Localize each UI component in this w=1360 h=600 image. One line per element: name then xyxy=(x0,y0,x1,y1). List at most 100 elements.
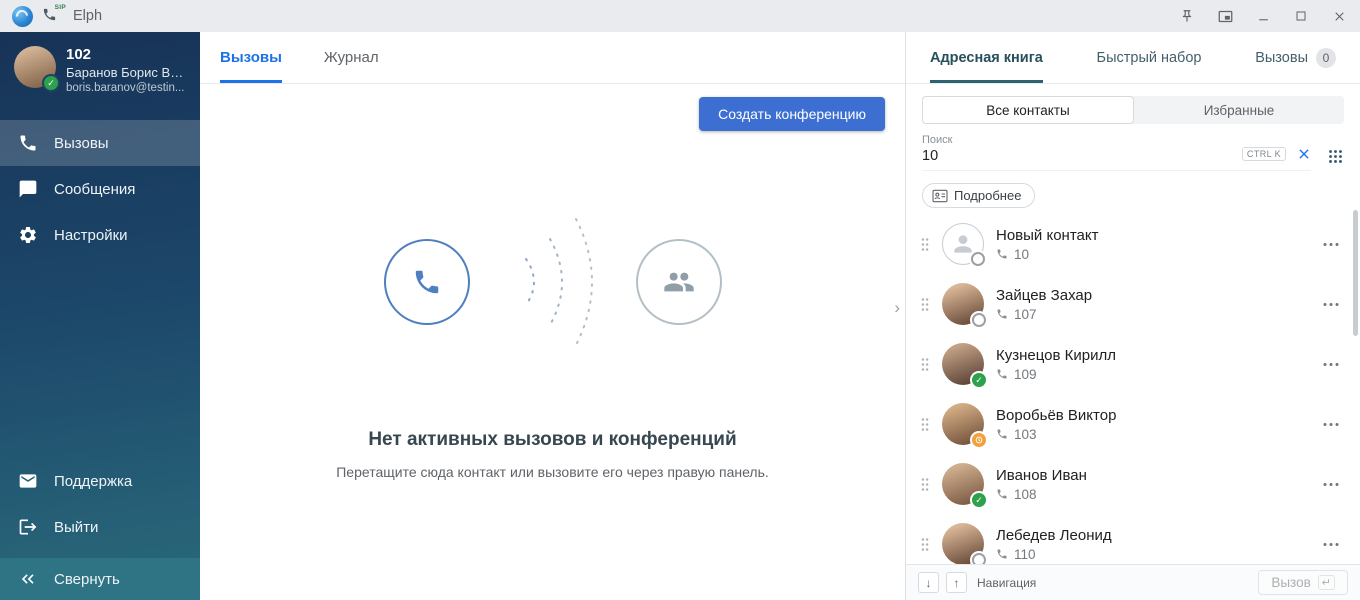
contact-avatar xyxy=(942,223,984,265)
online-status-icon: ✓ xyxy=(44,76,58,90)
contact-number: 103 xyxy=(1014,427,1037,442)
contact-avatar xyxy=(942,523,984,564)
user-extension: 102 xyxy=(66,46,190,63)
sidebar-item-label: Поддержка xyxy=(54,473,132,490)
drag-handle-icon[interactable] xyxy=(920,296,930,313)
status-badge xyxy=(972,313,986,327)
contact-row[interactable]: ✓ Кузнецов Кирилл 109 xyxy=(906,334,1360,394)
contact-number: 107 xyxy=(1014,307,1037,322)
phone-circle-icon xyxy=(384,239,470,325)
compact-mode-icon[interactable] xyxy=(1216,7,1234,25)
empty-state-title: Нет активных вызовов и конференций xyxy=(368,429,736,451)
tab-calls-panel[interactable]: Вызовы 0 xyxy=(1255,32,1336,83)
more-menu-icon[interactable] xyxy=(1322,422,1340,427)
gear-icon xyxy=(18,225,38,245)
scrollbar-thumb[interactable] xyxy=(1353,210,1358,336)
close-icon[interactable] xyxy=(1330,7,1348,25)
call-button-label: Вызов xyxy=(1271,575,1310,590)
calls-illustration xyxy=(384,197,722,367)
contact-name: Кузнецов Кирилл xyxy=(996,347,1310,364)
contact-number: 110 xyxy=(1014,547,1036,562)
tab-speed-dial[interactable]: Быстрый набор xyxy=(1097,32,1202,83)
filter-all-contacts[interactable]: Все контакты xyxy=(922,96,1134,124)
clear-search-icon[interactable] xyxy=(1297,147,1311,161)
sidebar-item-settings[interactable]: Настройки xyxy=(0,212,200,258)
dialpad-icon[interactable] xyxy=(1327,148,1344,165)
more-menu-icon[interactable] xyxy=(1322,242,1340,247)
sidebar-item-label: Вызовы xyxy=(54,135,109,152)
search-input[interactable] xyxy=(922,146,1155,164)
contact-avatar: ✓ xyxy=(942,343,984,385)
call-button[interactable]: Вызов ↵ xyxy=(1258,570,1348,595)
search-label: Поиск xyxy=(922,134,1311,146)
main-area: Вызовы Журнал Создать конференцию Нет а xyxy=(200,32,905,600)
contact-name: Зайцев Захар xyxy=(996,287,1310,304)
navigation-label: Навигация xyxy=(977,576,1036,590)
contact-number: 10 xyxy=(1014,247,1029,262)
contact-row[interactable]: Воробьёв Виктор 103 xyxy=(906,394,1360,454)
drag-handle-icon[interactable] xyxy=(920,476,930,493)
contact-row[interactable]: Зайцев Захар 107 xyxy=(906,274,1360,334)
status-badge xyxy=(972,553,986,564)
sidebar-item-messages[interactable]: Сообщения xyxy=(0,166,200,212)
empty-state: Нет активных вызовов и конференций Перет… xyxy=(200,76,905,600)
status-badge xyxy=(971,252,985,266)
more-menu-icon[interactable] xyxy=(1322,362,1340,367)
status-badge: ✓ xyxy=(972,493,986,507)
contact-avatar xyxy=(942,403,984,445)
phone-icon xyxy=(18,133,38,153)
minimize-icon[interactable] xyxy=(1254,7,1272,25)
maximize-icon[interactable] xyxy=(1292,7,1310,25)
app-logo-icon xyxy=(12,6,33,27)
tab-address-book[interactable]: Адресная книга xyxy=(930,32,1043,83)
contact-number: 108 xyxy=(1014,487,1037,502)
user-email: boris.baranov@testin... xyxy=(66,82,190,94)
drag-handle-icon[interactable] xyxy=(920,356,930,373)
contact-row[interactable]: Лебедев Леонид 110 xyxy=(906,514,1360,564)
sidebar-item-label: Сообщения xyxy=(54,181,135,198)
contact-number: 109 xyxy=(1014,367,1037,382)
more-menu-icon[interactable] xyxy=(1322,542,1340,547)
sidebar-item-collapse[interactable]: Свернуть xyxy=(0,558,200,600)
window-title: Elph xyxy=(73,8,102,24)
contact-avatar: ✓ xyxy=(942,463,984,505)
panel-collapse-handle[interactable]: › xyxy=(894,298,900,318)
sidebar-item-label: Настройки xyxy=(54,227,128,244)
contacts-panel: Адресная книга Быстрый набор Вызовы 0 Вс… xyxy=(905,32,1360,600)
contact-name: Новый контакт xyxy=(996,227,1310,244)
tab-label: Адресная книга xyxy=(930,50,1043,66)
more-menu-icon[interactable] xyxy=(1322,302,1340,307)
more-menu-icon[interactable] xyxy=(1322,482,1340,487)
filter-favorites[interactable]: Избранные xyxy=(1134,96,1344,124)
calls-count-badge: 0 xyxy=(1316,48,1336,68)
navigate-up-button[interactable]: ↑ xyxy=(946,572,967,593)
details-button-label: Подробнее xyxy=(954,188,1021,203)
sidebar-item-logout[interactable]: Выйти xyxy=(0,504,200,550)
pin-icon[interactable] xyxy=(1178,7,1196,25)
tab-label: Вызовы xyxy=(1255,50,1308,66)
status-badge xyxy=(972,433,986,447)
search-field[interactable]: Поиск CTRL K xyxy=(922,134,1311,171)
sidebar-item-support[interactable]: Поддержка xyxy=(0,458,200,504)
contact-name: Иванов Иван xyxy=(996,467,1310,484)
drag-handle-icon[interactable] xyxy=(920,236,930,253)
sidebar-item-label: Выйти xyxy=(54,519,98,536)
phone-icon xyxy=(996,428,1008,440)
user-profile[interactable]: ✓ 102 Баранов Борис Вик... boris.baranov… xyxy=(0,32,200,110)
phone-icon xyxy=(996,368,1008,380)
logout-icon xyxy=(18,517,38,537)
sip-label: SIP xyxy=(55,4,66,11)
phone-icon xyxy=(996,488,1008,500)
sidebar-item-calls[interactable]: Вызовы xyxy=(0,120,200,166)
chat-icon xyxy=(18,179,38,199)
contact-row[interactable]: ✓ Иванов Иван 108 xyxy=(906,454,1360,514)
contact-row[interactable]: Новый контакт 10 xyxy=(906,214,1360,274)
drag-handle-icon[interactable] xyxy=(920,416,930,433)
navigate-down-button[interactable]: ↓ xyxy=(918,572,939,593)
shortcut-badge: CTRL K xyxy=(1242,147,1286,161)
titlebar: SIP Elph xyxy=(0,0,1360,32)
empty-state-subtitle: Перетащите сюда контакт или вызовите его… xyxy=(336,464,769,480)
details-button[interactable]: Подробнее xyxy=(922,183,1035,208)
drag-handle-icon[interactable] xyxy=(920,536,930,553)
contact-list: Новый контакт 10 Зайцев Захар xyxy=(906,210,1360,564)
